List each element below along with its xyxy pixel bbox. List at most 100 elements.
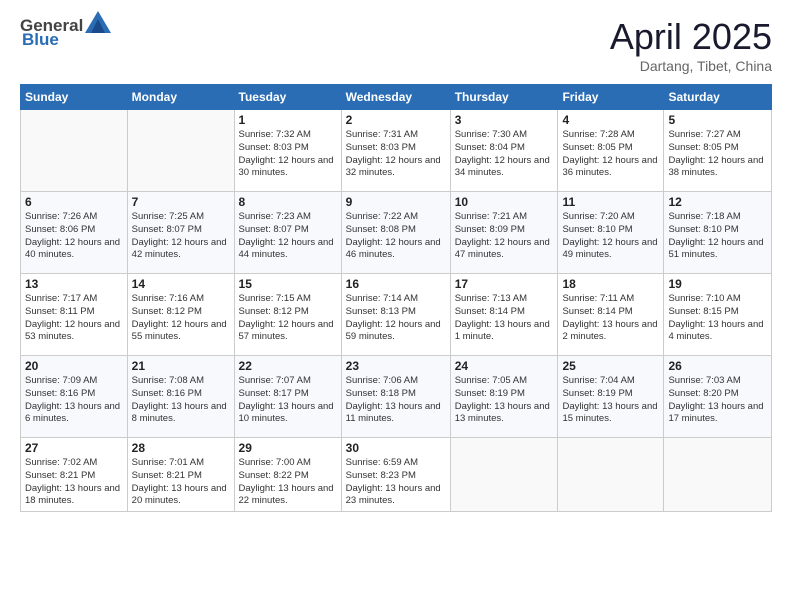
table-row: 20 Sunrise: 7:09 AM Sunset: 8:16 PM Dayli… xyxy=(21,356,128,438)
table-row: 1 Sunrise: 7:32 AM Sunset: 8:03 PM Daylig… xyxy=(234,110,341,192)
table-row: 5 Sunrise: 7:27 AM Sunset: 8:05 PM Daylig… xyxy=(664,110,772,192)
day-number: 2 xyxy=(346,113,446,127)
calendar-week-row: 6 Sunrise: 7:26 AM Sunset: 8:06 PM Daylig… xyxy=(21,192,772,274)
day-info: Sunrise: 7:02 AM Sunset: 8:21 PM Dayligh… xyxy=(25,457,123,508)
day-info: Sunrise: 7:28 AM Sunset: 8:05 PM Dayligh… xyxy=(562,129,659,180)
day-info: Sunrise: 7:09 AM Sunset: 8:16 PM Dayligh… xyxy=(25,375,123,426)
table-row: 13 Sunrise: 7:17 AM Sunset: 8:11 PM Dayli… xyxy=(21,274,128,356)
table-row: 29 Sunrise: 7:00 AM Sunset: 8:22 PM Dayli… xyxy=(234,438,341,512)
day-info: Sunrise: 7:16 AM Sunset: 8:12 PM Dayligh… xyxy=(132,293,230,344)
table-row: 11Sunrise: 7:20 AM Sunset: 8:10 PM Dayli… xyxy=(558,192,664,274)
day-number: 22 xyxy=(239,359,337,373)
day-info: Sunrise: 7:32 AM Sunset: 8:03 PM Dayligh… xyxy=(239,129,337,180)
day-number: 29 xyxy=(239,441,337,455)
calendar-week-row: 13 Sunrise: 7:17 AM Sunset: 8:11 PM Dayli… xyxy=(21,274,772,356)
calendar-week-row: 20 Sunrise: 7:09 AM Sunset: 8:16 PM Dayli… xyxy=(21,356,772,438)
day-number: 30 xyxy=(346,441,446,455)
day-info: Sunrise: 7:05 AM Sunset: 8:19 PM Dayligh… xyxy=(455,375,554,426)
subtitle: Dartang, Tibet, China xyxy=(610,58,772,74)
table-row: 22 Sunrise: 7:07 AM Sunset: 8:17 PM Dayli… xyxy=(234,356,341,438)
day-info: Sunrise: 7:10 AM Sunset: 8:15 PM Dayligh… xyxy=(668,293,767,344)
header-saturday: Saturday xyxy=(664,85,772,110)
day-number: 27 xyxy=(25,441,123,455)
table-row: 4 Sunrise: 7:28 AM Sunset: 8:05 PM Daylig… xyxy=(558,110,664,192)
day-info: Sunrise: 7:21 AM Sunset: 8:09 PM Dayligh… xyxy=(455,211,554,262)
table-row xyxy=(558,438,664,512)
header-wednesday: Wednesday xyxy=(341,85,450,110)
day-number: 20 xyxy=(25,359,123,373)
day-info: Sunrise: 7:23 AM Sunset: 8:07 PM Dayligh… xyxy=(239,211,337,262)
logo-blue: Blue xyxy=(22,30,59,50)
day-number: 24 xyxy=(455,359,554,373)
calendar-table: Sunday Monday Tuesday Wednesday Thursday… xyxy=(20,84,772,512)
day-number: 18 xyxy=(562,277,659,291)
day-info: Sunrise: 7:04 AM Sunset: 8:19 PM Dayligh… xyxy=(562,375,659,426)
day-number: 14 xyxy=(132,277,230,291)
day-info: Sunrise: 7:00 AM Sunset: 8:22 PM Dayligh… xyxy=(239,457,337,508)
logo-icon xyxy=(85,11,111,33)
day-number: 10 xyxy=(455,195,554,209)
table-row: 23 Sunrise: 7:06 AM Sunset: 8:18 PM Dayli… xyxy=(341,356,450,438)
table-row: 17 Sunrise: 7:13 AM Sunset: 8:14 PM Dayli… xyxy=(450,274,558,356)
table-row: 10 Sunrise: 7:21 AM Sunset: 8:09 PM Dayli… xyxy=(450,192,558,274)
day-info: Sunrise: 7:31 AM Sunset: 8:03 PM Dayligh… xyxy=(346,129,446,180)
day-info: Sunrise: 7:27 AM Sunset: 8:05 PM Dayligh… xyxy=(668,129,767,180)
day-info: Sunrise: 7:03 AM Sunset: 8:20 PM Dayligh… xyxy=(668,375,767,426)
table-row: 27 Sunrise: 7:02 AM Sunset: 8:21 PM Dayli… xyxy=(21,438,128,512)
day-number: 6 xyxy=(25,195,123,209)
day-number: 13 xyxy=(25,277,123,291)
day-info: Sunrise: 7:07 AM Sunset: 8:17 PM Dayligh… xyxy=(239,375,337,426)
table-row: 6 Sunrise: 7:26 AM Sunset: 8:06 PM Daylig… xyxy=(21,192,128,274)
month-title: April 2025 xyxy=(610,16,772,58)
table-row: 16 Sunrise: 7:14 AM Sunset: 8:13 PM Dayli… xyxy=(341,274,450,356)
day-number: 4 xyxy=(562,113,659,127)
header-sunday: Sunday xyxy=(21,85,128,110)
day-info: Sunrise: 7:06 AM Sunset: 8:18 PM Dayligh… xyxy=(346,375,446,426)
table-row: 28Sunrise: 7:01 AM Sunset: 8:21 PM Dayli… xyxy=(127,438,234,512)
table-row xyxy=(664,438,772,512)
day-info: Sunrise: 7:26 AM Sunset: 8:06 PM Dayligh… xyxy=(25,211,123,262)
table-row: 3Sunrise: 7:30 AM Sunset: 8:04 PM Daylig… xyxy=(450,110,558,192)
header: General Blue April 2025 Dartang, Tibet, … xyxy=(20,16,772,74)
table-row: 8 Sunrise: 7:23 AM Sunset: 8:07 PM Daylig… xyxy=(234,192,341,274)
table-row: 14 Sunrise: 7:16 AM Sunset: 8:12 PM Dayli… xyxy=(127,274,234,356)
weekday-header-row: Sunday Monday Tuesday Wednesday Thursday… xyxy=(21,85,772,110)
table-row: 18 Sunrise: 7:11 AM Sunset: 8:14 PM Dayli… xyxy=(558,274,664,356)
table-row: 26 Sunrise: 7:03 AM Sunset: 8:20 PM Dayli… xyxy=(664,356,772,438)
table-row xyxy=(21,110,128,192)
day-number: 3 xyxy=(455,113,554,127)
day-number: 15 xyxy=(239,277,337,291)
table-row: 30Sunrise: 6:59 AM Sunset: 8:23 PM Dayli… xyxy=(341,438,450,512)
header-friday: Friday xyxy=(558,85,664,110)
header-monday: Monday xyxy=(127,85,234,110)
logo: General Blue xyxy=(20,16,111,50)
day-info: Sunrise: 7:13 AM Sunset: 8:14 PM Dayligh… xyxy=(455,293,554,344)
day-info: Sunrise: 7:14 AM Sunset: 8:13 PM Dayligh… xyxy=(346,293,446,344)
day-number: 1 xyxy=(239,113,337,127)
day-number: 8 xyxy=(239,195,337,209)
table-row: 7 Sunrise: 7:25 AM Sunset: 8:07 PM Daylig… xyxy=(127,192,234,274)
day-number: 25 xyxy=(562,359,659,373)
day-number: 23 xyxy=(346,359,446,373)
calendar-page: General Blue April 2025 Dartang, Tibet, … xyxy=(0,0,792,612)
day-info: Sunrise: 7:25 AM Sunset: 8:07 PM Dayligh… xyxy=(132,211,230,262)
table-row: 15 Sunrise: 7:15 AM Sunset: 8:12 PM Dayli… xyxy=(234,274,341,356)
day-number: 21 xyxy=(132,359,230,373)
day-number: 28 xyxy=(132,441,230,455)
table-row: 21Sunrise: 7:08 AM Sunset: 8:16 PM Dayli… xyxy=(127,356,234,438)
day-number: 17 xyxy=(455,277,554,291)
day-number: 11 xyxy=(562,195,659,209)
day-number: 16 xyxy=(346,277,446,291)
day-number: 5 xyxy=(668,113,767,127)
calendar-week-row: 1 Sunrise: 7:32 AM Sunset: 8:03 PM Daylig… xyxy=(21,110,772,192)
table-row: 9Sunrise: 7:22 AM Sunset: 8:08 PM Daylig… xyxy=(341,192,450,274)
day-number: 7 xyxy=(132,195,230,209)
table-row: 25 Sunrise: 7:04 AM Sunset: 8:19 PM Dayli… xyxy=(558,356,664,438)
day-info: Sunrise: 7:15 AM Sunset: 8:12 PM Dayligh… xyxy=(239,293,337,344)
day-number: 26 xyxy=(668,359,767,373)
table-row: 2 Sunrise: 7:31 AM Sunset: 8:03 PM Daylig… xyxy=(341,110,450,192)
day-info: Sunrise: 7:17 AM Sunset: 8:11 PM Dayligh… xyxy=(25,293,123,344)
calendar-week-row: 27 Sunrise: 7:02 AM Sunset: 8:21 PM Dayli… xyxy=(21,438,772,512)
day-info: Sunrise: 7:11 AM Sunset: 8:14 PM Dayligh… xyxy=(562,293,659,344)
day-number: 19 xyxy=(668,277,767,291)
